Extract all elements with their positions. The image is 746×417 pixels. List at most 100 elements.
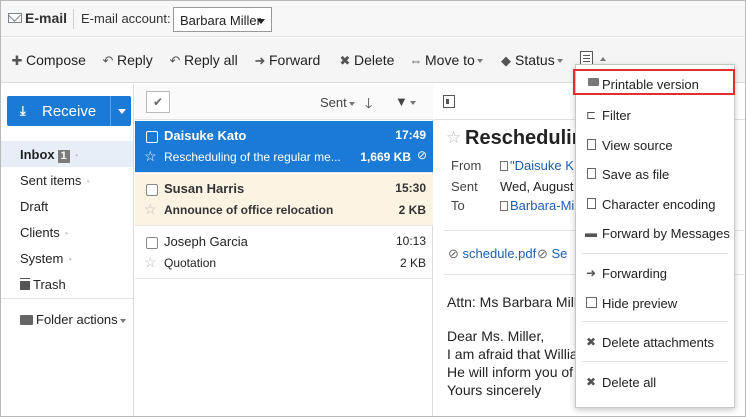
menu-separator: [582, 253, 728, 254]
message-subject: Announce of office relocation: [164, 203, 334, 217]
from-value[interactable]: "Daisuke K: [500, 158, 574, 173]
toggle-preview-icon[interactable]: [443, 95, 455, 108]
menu-item-forward-by-messages[interactable]: ▬ Forward by Messages: [576, 220, 734, 246]
message-row[interactable]: ☆ Daisuke Kato 17:49 Rescheduling of the…: [135, 121, 433, 173]
folder-label: Trash: [33, 277, 66, 292]
message-list-header: ✔ Sent 🡓 ▼: [135, 84, 433, 120]
folder-actions-button[interactable]: Folder actions: [1, 306, 133, 332]
compose-button[interactable]: ✚ Compose: [10, 52, 86, 69]
from-value-text: "Daisuke K: [510, 158, 574, 173]
message-size: 1,669 KB: [360, 150, 411, 164]
menu-item-view-source[interactable]: View source: [576, 132, 734, 158]
folder-trash[interactable]: Trash: [1, 271, 133, 297]
body-line: He will inform you of t: [447, 364, 581, 380]
message-bubble-icon: ▬: [585, 226, 597, 240]
attachment-icon: ⊘: [416, 148, 427, 162]
menu-item-filter[interactable]: ⊏ Filter: [576, 102, 734, 128]
star-icon[interactable]: ☆: [144, 201, 157, 218]
receive-button-group: ⤓ Receive: [7, 96, 131, 126]
menu-item-label: Forwarding: [602, 266, 668, 281]
feed-icon: ◔: [72, 151, 79, 162]
filter-icon[interactable]: ▼: [395, 94, 416, 109]
to-value[interactable]: Barbara-Mi: [500, 198, 574, 213]
paperclip-icon: ⊘: [448, 246, 463, 261]
star-icon[interactable]: ☆: [446, 128, 461, 148]
folder-label: Clients: [20, 225, 60, 240]
document-icon: [585, 139, 597, 151]
row-checkbox[interactable]: [146, 131, 158, 143]
message-from: Joseph Garcia: [164, 234, 248, 249]
select-all-checkbox[interactable]: ✔: [146, 91, 170, 113]
menu-item-hide-preview[interactable]: Hide preview: [576, 290, 734, 316]
menu-item-label: Printable version: [602, 77, 699, 92]
menu-item-label: View source: [602, 138, 673, 153]
account-label: E-mail account:: [81, 11, 171, 26]
folder-draft[interactable]: Draft: [1, 193, 133, 219]
message-row[interactable]: ☆ Joseph Garcia 10:13 Quotation 2 KB: [135, 227, 433, 279]
menu-item-delete-attachments[interactable]: ✖ Delete attachments: [576, 329, 734, 355]
sort-dropdown[interactable]: Sent: [320, 95, 355, 110]
feed-icon: ◔: [84, 177, 91, 188]
menu-item-label: Character encoding: [602, 197, 716, 212]
forward-button[interactable]: ➜ Forward: [253, 52, 321, 69]
more-actions-menu: Printable version ⊏ Filter View source S…: [573, 64, 735, 408]
row-checkbox[interactable]: [146, 184, 158, 196]
document-icon: [585, 168, 597, 180]
folder-sent-items[interactable]: Sent items ◔: [1, 167, 133, 193]
attachment-link[interactable]: ⊘ Se: [537, 246, 567, 262]
receive-options-button[interactable]: [112, 96, 131, 126]
receive-button[interactable]: ⤓ Receive: [7, 96, 111, 126]
folder-label: Sent items: [20, 173, 82, 188]
message-row[interactable]: ☆ Susan Harris 15:30 Announce of office …: [135, 174, 433, 226]
sort-direction-icon[interactable]: 🡓: [365, 93, 372, 117]
reply-all-label: Reply all: [184, 52, 238, 68]
reply-icon: ↶: [102, 53, 114, 68]
contact-icon: [500, 161, 508, 171]
close-icon: ✖: [339, 53, 351, 68]
forward-label: Forward: [269, 52, 321, 68]
account-select[interactable]: Barbara Miller: [173, 7, 272, 32]
email-app-window: E-mail E-mail account: Barbara Miller ✚ C…: [0, 0, 746, 417]
chevron-down-icon: [348, 101, 355, 106]
menu-separator: [582, 361, 728, 362]
reply-all-icon: ↶: [169, 53, 181, 68]
message-time: 17:49: [395, 128, 426, 142]
reply-button[interactable]: ↶ Reply: [101, 52, 153, 69]
chevron-down-icon: [409, 100, 416, 105]
attachment-link[interactable]: ⊘ schedule.pdf: [448, 246, 536, 262]
chevron-down-icon: [476, 59, 483, 64]
star-icon[interactable]: ☆: [144, 148, 157, 165]
top-bar: E-mail E-mail account: Barbara Miller: [1, 1, 745, 37]
filter-rule-icon: ⊏: [585, 108, 597, 122]
forward-icon: ➜: [254, 53, 266, 68]
preview-subject: Reschedulin: [465, 127, 584, 149]
tag-icon: ◆: [501, 53, 511, 68]
message-time: 15:30: [395, 181, 426, 195]
menu-item-character-encoding[interactable]: Character encoding: [576, 191, 734, 217]
chevron-down-icon: [118, 109, 126, 114]
chevron-down-icon: [556, 59, 563, 64]
folder-system[interactable]: System ◔: [1, 245, 133, 271]
move-to-button[interactable]: ⇔ Move to: [409, 52, 483, 68]
status-button[interactable]: ◆ Status: [499, 52, 563, 69]
folder-clients[interactable]: Clients ◔: [1, 219, 133, 245]
menu-separator: [582, 321, 728, 322]
menu-item-save-as-file[interactable]: Save as file: [576, 161, 734, 187]
reply-all-button[interactable]: ↶ Reply all: [168, 52, 238, 69]
row-checkbox[interactable]: [146, 237, 158, 249]
delete-button[interactable]: ✖ Delete: [338, 52, 395, 69]
app-title: E-mail: [25, 10, 68, 26]
close-icon: ✖: [585, 335, 597, 349]
feed-icon: ◔: [62, 229, 69, 240]
star-icon[interactable]: ☆: [144, 254, 157, 271]
menu-item-label: Save as file: [602, 167, 670, 182]
to-value-text: Barbara-Mi: [510, 198, 575, 213]
menu-item-delete-all[interactable]: ✖ Delete all: [576, 369, 734, 395]
folder-label: Inbox: [20, 147, 55, 162]
menu-item-label: Delete all: [602, 375, 657, 390]
close-icon: ✖: [585, 375, 597, 389]
menu-item-printable-version[interactable]: Printable version: [573, 69, 735, 95]
menu-item-forwarding[interactable]: ➜ Forwarding: [576, 260, 734, 286]
folder-inbox[interactable]: Inbox 1 ◔: [1, 141, 133, 167]
to-label: To: [451, 198, 465, 213]
